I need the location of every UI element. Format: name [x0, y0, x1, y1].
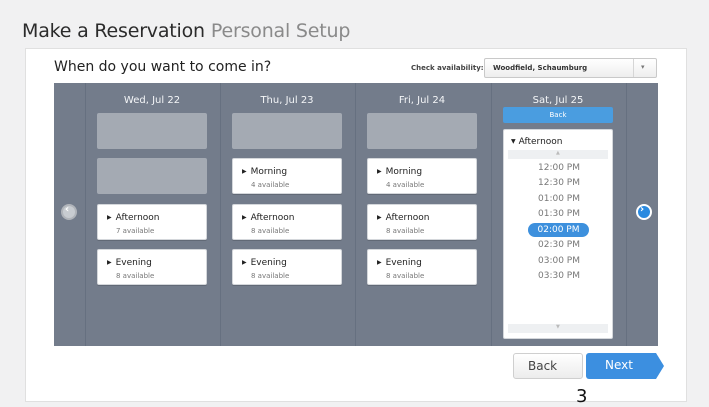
next-button[interactable]: Next [586, 353, 664, 379]
slot-unavailable [97, 158, 207, 194]
day-header: Sat, Jul 25 [532, 95, 584, 106]
caret-right-icon: ▶ [377, 168, 382, 175]
next-button-label: Next [605, 358, 633, 372]
day-header: Thu, Jul 23 [260, 95, 314, 106]
day-column-wed: Wed, Jul 22 ▶ Afternoon 7 available ▶ Even… [85, 83, 219, 346]
chevron-down-icon: ▼ [556, 324, 560, 330]
time-option[interactable]: 12:00 PM [504, 163, 614, 173]
question-heading: When do you want to come in? [54, 59, 272, 75]
slot-title: Morning [385, 167, 423, 177]
day-back-button[interactable]: Back [503, 107, 613, 123]
caret-right-icon: ▶ [107, 259, 112, 266]
reservation-card: When do you want to come in? Check avail… [25, 48, 687, 402]
time-option[interactable]: 03:00 PM [504, 256, 614, 266]
slot-title: Morning [250, 167, 288, 177]
slot-title: Afternoon [385, 213, 430, 223]
slot-availability: 8 available [251, 272, 290, 280]
slot-title: Evening [115, 258, 152, 268]
slot-title: Evening [250, 258, 287, 268]
time-option-selected[interactable]: 02:00 PM [528, 223, 589, 237]
time-option[interactable]: 01:30 PM [504, 209, 614, 219]
prev-days-button[interactable]: ‹ [61, 204, 77, 220]
slot-morning[interactable]: ▶ Morning 4 available [367, 158, 477, 194]
day-header: Wed, Jul 22 [123, 95, 181, 106]
slot-evening[interactable]: ▶ Evening 8 available [367, 249, 477, 285]
back-button[interactable]: Back [513, 353, 583, 379]
page-subtitle: Personal Setup [210, 20, 351, 42]
day-header: Fri, Jul 24 [398, 95, 446, 106]
caret-right-icon: ▶ [242, 214, 247, 221]
slot-title: Afternoon [115, 213, 160, 223]
caret-right-icon: ▶ [242, 168, 247, 175]
chevron-right-icon: › [640, 204, 645, 215]
time-option[interactable]: 12:30 PM [504, 178, 614, 188]
chevron-left-icon: ‹ [65, 204, 70, 215]
chevron-up-icon: ▲ [556, 150, 560, 156]
time-option[interactable]: 03:30 PM [504, 271, 614, 281]
chevron-down-icon: ▾ [641, 63, 645, 71]
day-column-fri: Fri, Jul 24 ▶ Morning 4 available ▶ Aftern… [355, 83, 489, 346]
slot-availability: 7 available [116, 227, 155, 235]
slot-title: Afternoon [250, 213, 295, 223]
caret-right-icon: ▶ [242, 259, 247, 266]
availability-label: Check availability: [411, 64, 484, 72]
column-divider [626, 83, 627, 346]
location-value: Woodfield, Schaumburg [493, 64, 588, 72]
slot-availability: 4 available [251, 181, 290, 189]
slot-afternoon[interactable]: ▶ Afternoon 8 available [232, 204, 342, 240]
time-option[interactable]: 02:30 PM [504, 240, 614, 250]
time-picker-panel: ▼ Afternoon ▲ 12:00 PM 12:30 PM 01:00 PM … [503, 129, 613, 339]
next-days-button[interactable]: › [636, 204, 652, 220]
slot-evening[interactable]: ▶ Evening 8 available [97, 249, 207, 285]
slot-availability: 8 available [386, 272, 425, 280]
time-option[interactable]: 01:00 PM [504, 194, 614, 204]
slot-availability: 8 available [386, 227, 425, 235]
location-dropdown-toggle[interactable]: ▾ [633, 59, 656, 77]
page-title: Make a Reservation Personal Setup [22, 20, 350, 42]
scroll-down-button[interactable]: ▼ [508, 324, 608, 333]
day-column-thu: Thu, Jul 23 ▶ Morning 4 available ▶ Aftern… [220, 83, 354, 346]
slot-availability: 4 available [386, 181, 425, 189]
caret-down-icon: ▼ [511, 138, 516, 145]
page-title-main: Make a Reservation [22, 20, 205, 42]
time-section-toggle[interactable]: ▼ Afternoon [511, 137, 563, 147]
caret-right-icon: ▶ [107, 214, 112, 221]
slot-title: Evening [385, 258, 422, 268]
day-column-sat: Sat, Jul 25 Back ▼ Afternoon ▲ 12:00 PM 1… [491, 83, 625, 346]
slot-unavailable [232, 113, 342, 149]
time-section-label: Afternoon [518, 137, 563, 147]
location-select[interactable]: Woodfield, Schaumburg ▾ [484, 58, 657, 78]
back-button-label: Back [528, 359, 558, 373]
slot-afternoon[interactable]: ▶ Afternoon 7 available [97, 204, 207, 240]
slot-afternoon[interactable]: ▶ Afternoon 8 available [367, 204, 477, 240]
slot-unavailable [97, 113, 207, 149]
slot-morning[interactable]: ▶ Morning 4 available [232, 158, 342, 194]
caret-right-icon: ▶ [377, 214, 382, 221]
calendar-stage: ‹ › Wed, Jul 22 ▶ Afternoon 7 available ▶… [54, 83, 658, 346]
slot-availability: 8 available [116, 272, 155, 280]
slot-availability: 8 available [251, 227, 290, 235]
slot-evening[interactable]: ▶ Evening 8 available [232, 249, 342, 285]
caret-right-icon: ▶ [377, 259, 382, 266]
scroll-up-button[interactable]: ▲ [508, 150, 608, 159]
slot-unavailable [367, 113, 477, 149]
